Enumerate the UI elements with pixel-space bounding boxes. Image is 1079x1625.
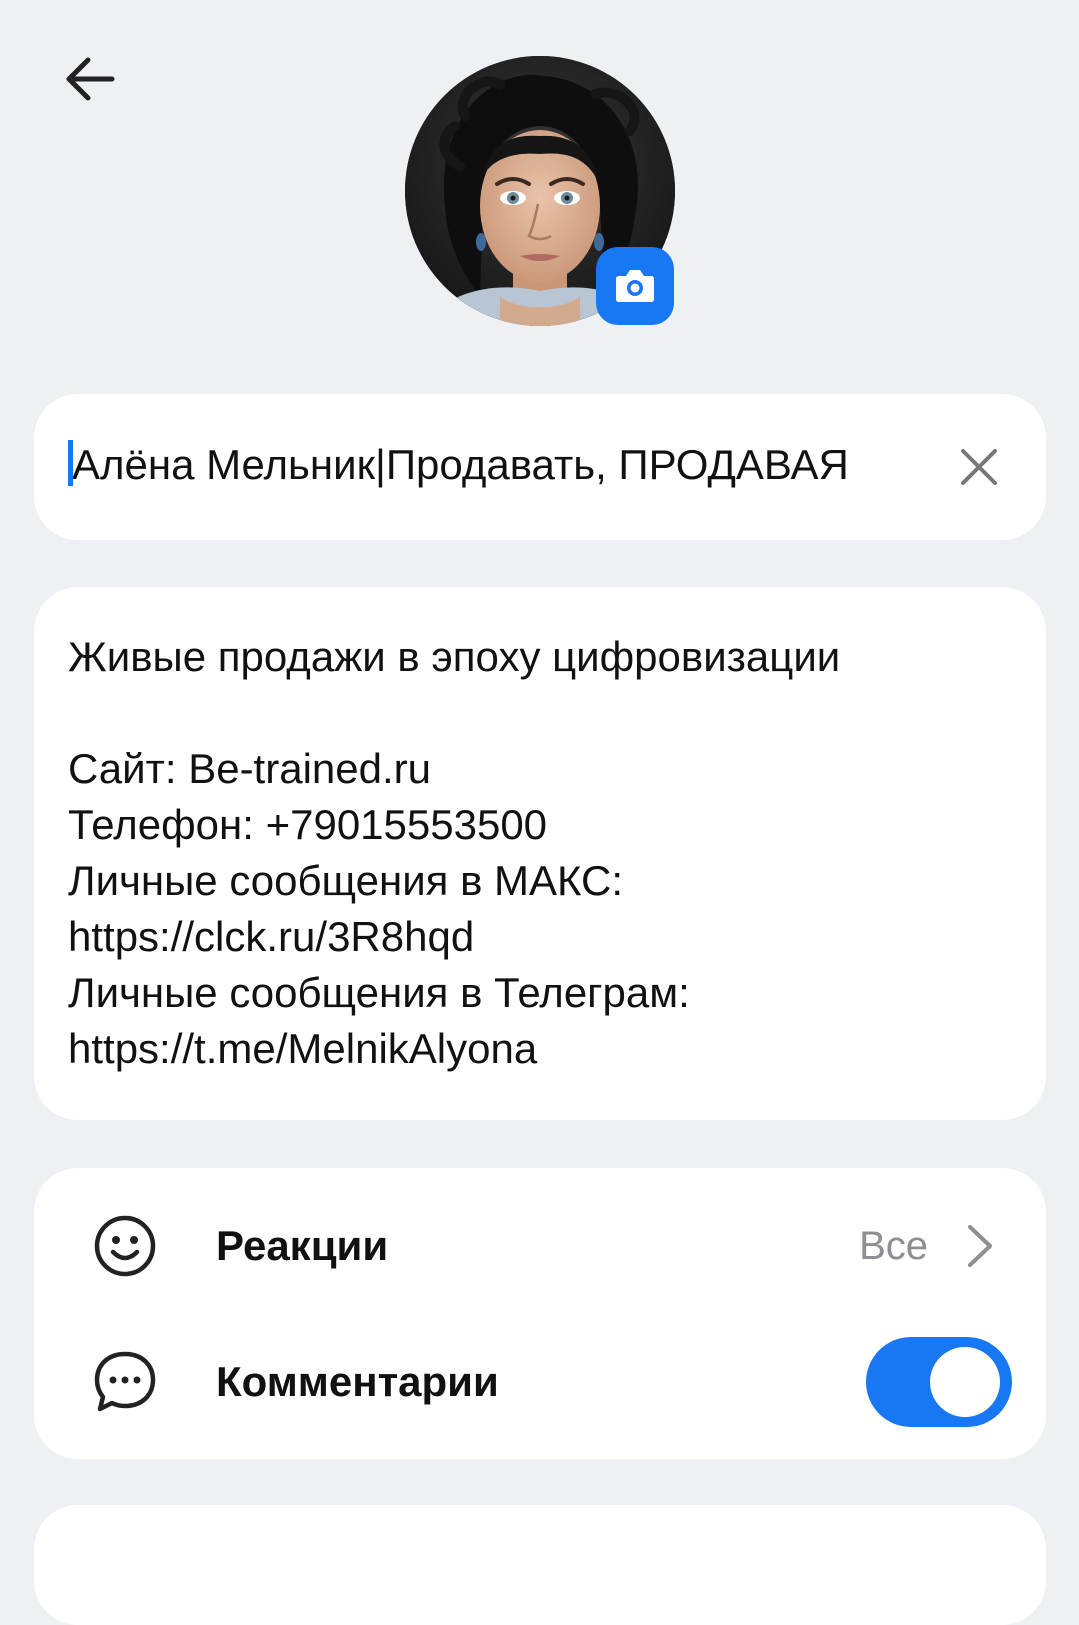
comments-row: Комментарии <box>34 1314 1046 1450</box>
reactions-value: Все <box>859 1223 928 1268</box>
next-card <box>34 1505 1046 1625</box>
clear-name-button[interactable] <box>950 438 1008 496</box>
camera-icon <box>616 270 654 302</box>
description-textarea[interactable]: Живые продажи в эпоху цифровизации Сайт:… <box>68 629 1008 1089</box>
reactions-label: Реакции <box>216 1222 389 1269</box>
back-button[interactable] <box>58 50 122 108</box>
name-field-card <box>34 394 1046 540</box>
text-caret <box>68 440 73 486</box>
settings-card: Реакции Все Комментарии <box>34 1168 1046 1459</box>
close-icon <box>961 449 997 485</box>
chevron-right-icon <box>960 1221 1000 1271</box>
name-input[interactable] <box>68 430 932 500</box>
change-photo-button[interactable] <box>596 247 674 325</box>
description-card: Живые продажи в эпоху цифровизации Сайт:… <box>34 587 1046 1120</box>
toggle-knob <box>930 1347 1000 1417</box>
chat-bubble-icon <box>92 1349 158 1415</box>
reactions-row[interactable]: Реакции Все <box>34 1178 1046 1314</box>
smile-icon <box>92 1213 158 1279</box>
comments-toggle[interactable] <box>866 1337 1012 1427</box>
comments-label: Комментарии <box>216 1358 499 1405</box>
arrow-left-icon <box>66 57 115 101</box>
